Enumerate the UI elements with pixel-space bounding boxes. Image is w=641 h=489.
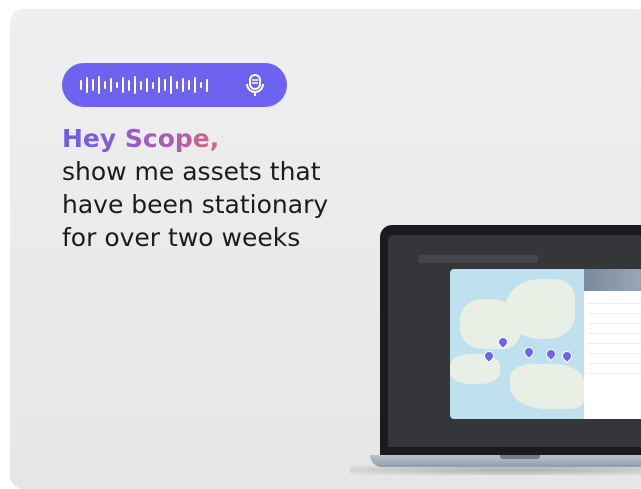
map-landmass [510,364,584,409]
list-item[interactable] [588,304,641,314]
headline-line-1: show me assets that [62,157,321,186]
list-item[interactable] [588,294,641,304]
list-item[interactable] [588,344,641,354]
asset-pin[interactable] [543,346,559,362]
list-item[interactable] [588,324,641,334]
laptop-illustration [350,219,641,479]
list-item[interactable] [588,364,641,374]
map-view [450,269,584,419]
list-item[interactable] [588,354,641,364]
laptop-notch [500,455,540,459]
laptop-screen [388,235,641,447]
voice-input-pill [62,63,287,107]
map-landmass [505,279,575,339]
headline-line-3: for over two weeks [62,223,301,252]
laptop-lid [380,225,641,455]
greeting-text: Hey Scope, [62,122,328,155]
audio-waveform [80,75,208,95]
headline: Hey Scope, show me assets that have been… [62,122,328,254]
microphone-icon [246,74,264,96]
headline-line-2: have been stationary [62,190,329,219]
asset-list-panel [584,269,641,419]
list-item[interactable] [588,334,641,344]
asset-pin[interactable] [521,344,537,360]
asset-pin[interactable] [559,348,575,364]
app-header-bar [418,255,538,263]
promo-card: Hey Scope, show me assets that have been… [10,9,641,489]
panel-header-image [584,269,641,291]
app-background [388,235,641,447]
list-item[interactable] [588,314,641,324]
